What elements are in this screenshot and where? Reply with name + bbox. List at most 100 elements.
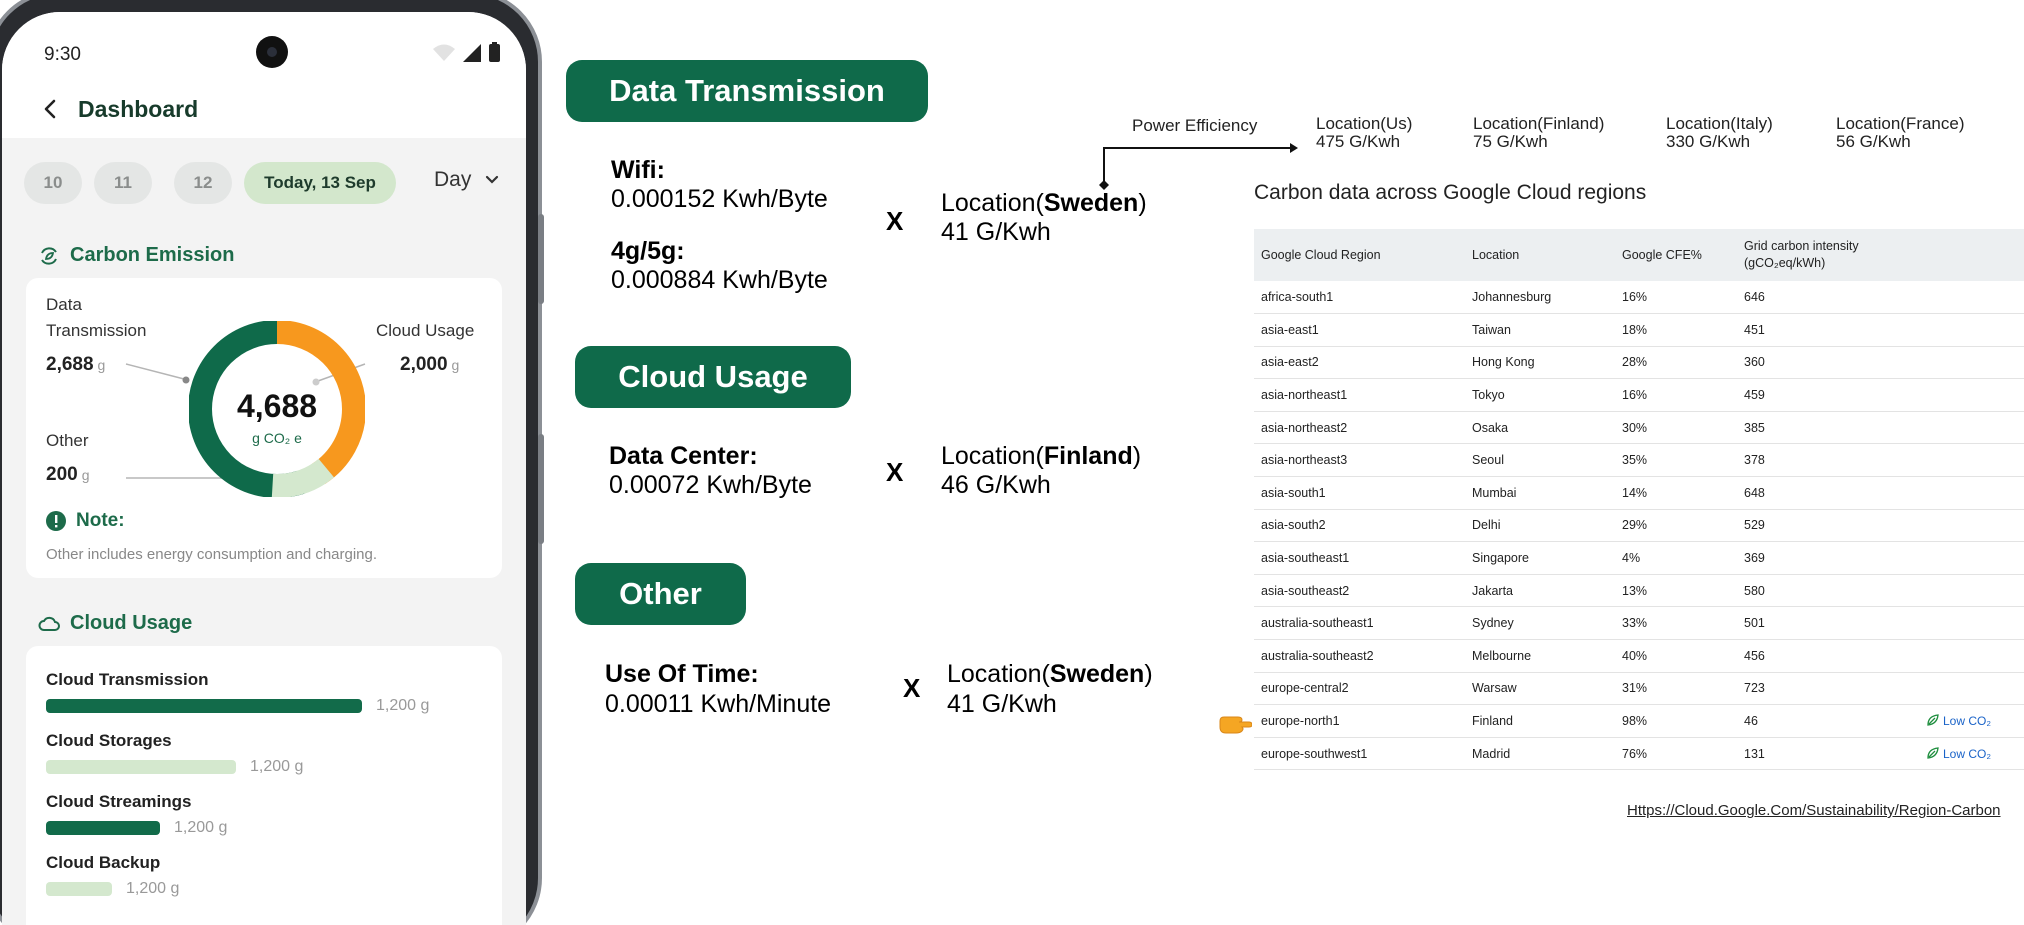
table-row: asia-southeast2 Jakarta 13% 580 <box>1254 574 2024 608</box>
phone-frame: 9:30 Dashboard 10 11 12 Today, 13 Sep Da… <box>0 0 544 925</box>
cfe-cell: 28% <box>1615 346 1737 380</box>
period-select[interactable]: Day <box>434 168 499 192</box>
power-location-3: Location(France) 56 G/Kwh <box>1836 115 1965 151</box>
location-cell: Singapore <box>1465 541 1615 575</box>
other-number: 200 <box>46 464 78 485</box>
cloud-usage-number: 2,000 <box>400 354 448 375</box>
low-co2-cell <box>1920 672 2024 706</box>
cfe-cell: 16% <box>1615 378 1737 412</box>
cfe-cell: 14% <box>1615 476 1737 510</box>
sweden-intensity-2: 41 G/Kwh <box>947 690 1057 718</box>
intensity-cell: 459 <box>1737 378 1920 412</box>
note-label: Note: <box>76 510 125 531</box>
leaf-icon <box>1927 746 1939 759</box>
table-row: asia-east2 Hong Kong 28% 360 <box>1254 346 2024 380</box>
cfe-cell: 18% <box>1615 313 1737 347</box>
low-co2-cell <box>1920 606 2024 641</box>
location-name: Sweden <box>1049 660 1145 688</box>
location-prefix: Location( <box>947 660 1050 688</box>
location-cell: Osaka <box>1465 411 1615 445</box>
location-suffix: ) <box>1132 442 1142 470</box>
page-title: Dashboard <box>78 96 199 122</box>
date-chip-11[interactable]: 11 <box>94 162 152 204</box>
cfe-cell: 29% <box>1615 509 1737 543</box>
data-transmission-unit: g <box>97 357 106 373</box>
cfe-cell: 33% <box>1615 606 1737 641</box>
power-location-name: Location(Italy) <box>1666 114 1773 133</box>
table-row: asia-northeast2 Osaka 30% 385 <box>1254 411 2024 445</box>
region-cell: asia-south1 <box>1254 476 1465 510</box>
table-row: asia-south1 Mumbai 14% 648 <box>1254 476 2024 510</box>
wifi-icon <box>433 44 455 61</box>
power-location-2: Location(Italy) 330 G/Kwh <box>1666 115 1773 151</box>
table-row: europe-north1 Finland 98% 46 Low CO₂ <box>1254 704 2024 738</box>
power-location-name: Location(Us) <box>1316 114 1413 133</box>
location-cell: Johannesburg <box>1465 281 1615 315</box>
low-co2-cell <box>1920 443 2024 478</box>
low-co2-cell: Low CO₂ <box>1920 704 2024 738</box>
power-location-1: Location(Finland) 75 G/Kwh <box>1473 115 1604 151</box>
intensity-cell: 501 <box>1737 606 1920 641</box>
intensity-cell: 451 <box>1737 313 1920 347</box>
status-icons <box>433 42 500 62</box>
other-label: Other <box>46 431 89 450</box>
multiply-sign-3: X <box>903 673 921 703</box>
intensity-cell: 131 <box>1737 737 1920 771</box>
cloud-item-value: 1,200 g <box>376 697 430 714</box>
intensity-cell: 456 <box>1737 639 1920 673</box>
table-row: asia-southeast1 Singapore 4% 369 <box>1254 541 2024 575</box>
table-row: asia-south2 Delhi 29% 529 <box>1254 509 2024 543</box>
source-link[interactable]: Https://Cloud.Google.Com/Sustainability/… <box>1627 802 2001 819</box>
region-cell: asia-southeast1 <box>1254 541 1465 575</box>
low-co2-cell <box>1920 476 2024 510</box>
status-time: 9:30 <box>44 44 81 65</box>
region-cell: asia-northeast1 <box>1254 378 1465 412</box>
alert-icon <box>46 511 66 531</box>
region-cell: africa-south1 <box>1254 281 1465 315</box>
intensity-cell: 580 <box>1737 574 1920 608</box>
location-cell: Warsaw <box>1465 672 1615 706</box>
leaf-icon <box>1927 714 1939 726</box>
data-center-label: Data Center: <box>609 442 758 470</box>
date-chip-10[interactable]: 10 <box>24 162 82 204</box>
intensity-cell: 369 <box>1737 541 1920 575</box>
cloud-usage-label: Cloud Usage <box>376 321 475 340</box>
location-cell: Melbourne <box>1465 639 1615 673</box>
date-chip-12[interactable]: 12 <box>174 162 232 204</box>
other-pill: Other <box>575 563 746 625</box>
cloud-item-value: 1,200 g <box>174 819 228 836</box>
table-row: australia-southeast2 Melbourne 40% 456 <box>1254 639 2024 673</box>
low-co2-cell <box>1920 541 2024 575</box>
carbon-region-table: Google Cloud Region Location Google CFE%… <box>1254 229 2024 771</box>
data-transmission-pill: Data Transmission <box>566 60 928 122</box>
date-chip-today[interactable]: Today, 13 Sep <box>244 162 396 204</box>
location-cell: Sydney <box>1465 606 1615 641</box>
low-co2-cell <box>1920 639 2024 673</box>
back-arrow-icon[interactable] <box>40 98 62 120</box>
table-row: asia-east1 Taiwan 18% 451 <box>1254 313 2024 347</box>
data-transmission-value: 2,688 g <box>46 354 105 376</box>
low-co2-cell <box>1920 411 2024 445</box>
cloud-icon <box>38 616 60 631</box>
location-cell: Tokyo <box>1465 378 1615 412</box>
location-cell: Jakarta <box>1465 574 1615 608</box>
power-location-value: 330 G/Kwh <box>1666 132 1751 151</box>
cloud-usage-value: 2,000 g <box>400 354 459 376</box>
location-cell: Mumbai <box>1465 476 1615 510</box>
cfe-cell: 40% <box>1615 639 1737 673</box>
power-location-value: 75 G/Kwh <box>1473 132 1548 151</box>
header-grid-intensity-line1: Grid carbon intensity <box>1744 239 1859 253</box>
carbon-emission-label: Carbon Emission <box>70 244 235 266</box>
intensity-cell: 648 <box>1737 476 1920 510</box>
intensity-cell: 360 <box>1737 346 1920 380</box>
cloud-item-label: Cloud Streamings <box>46 792 192 811</box>
cfe-cell: 76% <box>1615 737 1737 771</box>
region-cell: asia-east1 <box>1254 313 1465 347</box>
cfe-cell: 16% <box>1615 281 1737 315</box>
donut-total-unit: g CO₂ e <box>252 430 302 446</box>
period-value: Day <box>434 168 472 191</box>
cfe-cell: 30% <box>1615 411 1737 445</box>
location-cell: Madrid <box>1465 737 1615 771</box>
location-suffix: ) <box>1144 660 1153 688</box>
cloud-item-label: Cloud Backup <box>46 853 161 872</box>
